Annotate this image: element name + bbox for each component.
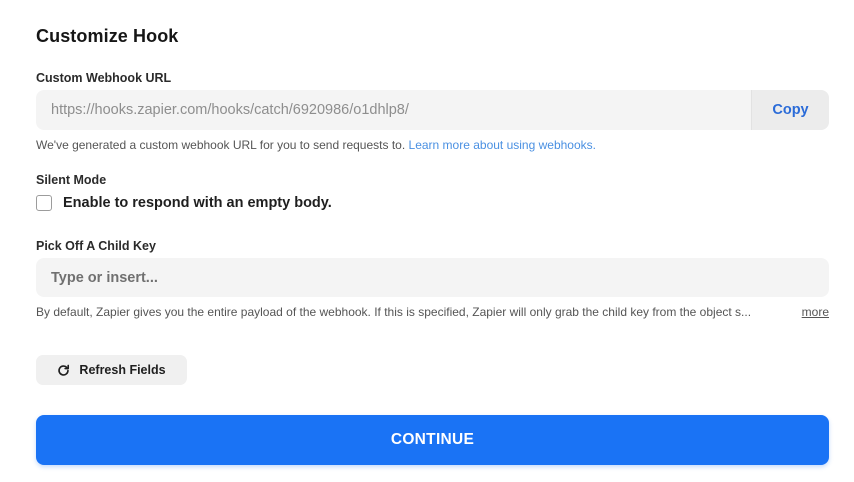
webhook-url-help-text: We've generated a custom webhook URL for…	[36, 138, 406, 152]
child-key-help: By default, Zapier gives you the entire …	[36, 305, 829, 319]
continue-button[interactable]: CONTINUE	[36, 415, 829, 465]
child-key-input[interactable]	[36, 258, 829, 297]
child-key-help-text: By default, Zapier gives you the entire …	[36, 305, 752, 319]
more-link[interactable]: more	[802, 305, 829, 319]
silent-mode-checkbox[interactable]	[36, 195, 52, 211]
webhook-url-help: We've generated a custom webhook URL for…	[36, 138, 596, 152]
webhook-url-label: Custom Webhook URL	[36, 71, 172, 85]
learn-more-link[interactable]: Learn more about using webhooks.	[409, 138, 596, 152]
webhook-url-value[interactable]: https://hooks.zapier.com/hooks/catch/692…	[36, 90, 751, 130]
refresh-fields-label: Refresh Fields	[79, 363, 166, 377]
child-key-label: Pick Off A Child Key	[36, 239, 156, 253]
refresh-fields-button[interactable]: Refresh Fields	[36, 355, 187, 385]
silent-mode-option[interactable]: Enable to respond with an empty body.	[36, 195, 332, 211]
refresh-icon	[58, 364, 70, 376]
copy-button[interactable]: Copy	[751, 90, 829, 130]
webhook-url-field: https://hooks.zapier.com/hooks/catch/692…	[36, 90, 829, 130]
page-title: Customize Hook	[36, 26, 179, 46]
silent-mode-checkbox-label[interactable]: Enable to respond with an empty body.	[63, 195, 332, 211]
silent-mode-label: Silent Mode	[36, 173, 107, 187]
